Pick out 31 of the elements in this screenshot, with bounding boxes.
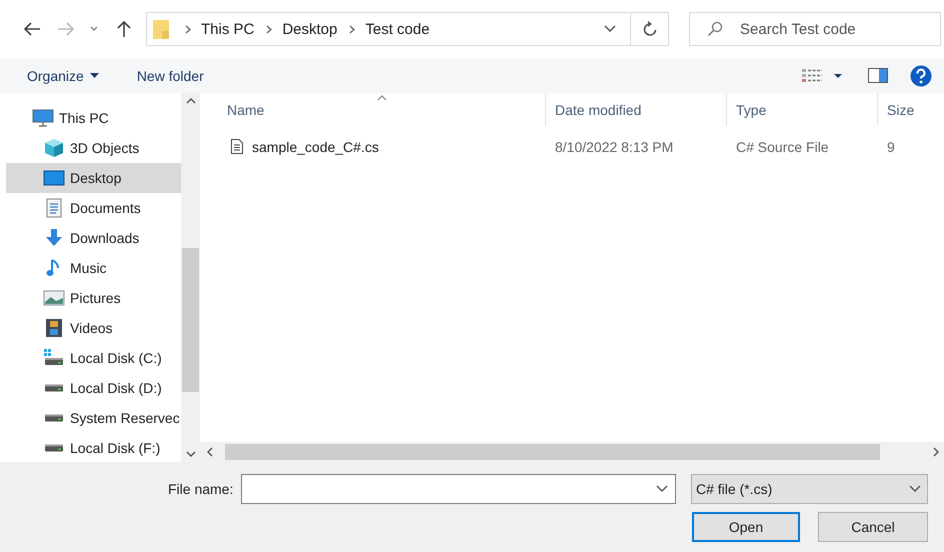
open-button[interactable]: Open — [692, 512, 800, 542]
sidebar-item[interactable]: Local Disk (D:) — [0, 373, 181, 403]
column-header[interactable]: Type — [727, 93, 878, 126]
table-cell-text: C# Source File — [735, 138, 830, 154]
search-field[interactable]: Search Test code — [689, 12, 941, 46]
column-header[interactable]: Size — [878, 93, 944, 126]
breadcrumb[interactable]: Desktop — [282, 20, 338, 38]
address-bar[interactable]: This PC Desktop Test code — [146, 12, 669, 46]
sidebar-item[interactable]: Documents — [0, 193, 181, 223]
sidebar-item[interactable]: Desktop — [6, 163, 181, 193]
file-name-label: File name: — [168, 481, 234, 497]
sidebar-item[interactable]: Downloads — [0, 223, 181, 253]
file-type-dropdown[interactable]: C# file (*.cs) — [691, 474, 928, 504]
new-folder-button[interactable]: New folder — [136, 68, 204, 84]
sidebar-item[interactable]: Pictures — [0, 283, 181, 313]
organize-menu[interactable]: Organize — [27, 68, 99, 84]
file-name[interactable]: sample_code_C#.cs — [252, 138, 379, 154]
column-header[interactable]: Name — [200, 93, 546, 126]
sidebar-item[interactable]: System Reservec — [0, 403, 181, 433]
table-cell-text: 9 — [886, 138, 896, 154]
sidebar-item[interactable]: 3D Objects — [0, 133, 181, 163]
sidebar-item[interactable]: Local Disk (C:) — [0, 343, 181, 373]
table-cell-text: 8/10/2022 8:13 PM — [554, 138, 674, 154]
sidebar-item[interactable]: Videos — [0, 313, 181, 343]
sidebar-item[interactable]: Local Disk (F:) — [0, 433, 181, 462]
sidebar-item[interactable]: Music — [0, 253, 181, 283]
breadcrumb[interactable]: This PC — [201, 20, 254, 38]
cancel-button[interactable]: Cancel — [818, 512, 928, 542]
sidebar-item[interactable]: This PC — [0, 103, 181, 133]
column-header[interactable]: Date modified — [546, 93, 727, 126]
breadcrumb[interactable]: Test code — [365, 20, 430, 38]
